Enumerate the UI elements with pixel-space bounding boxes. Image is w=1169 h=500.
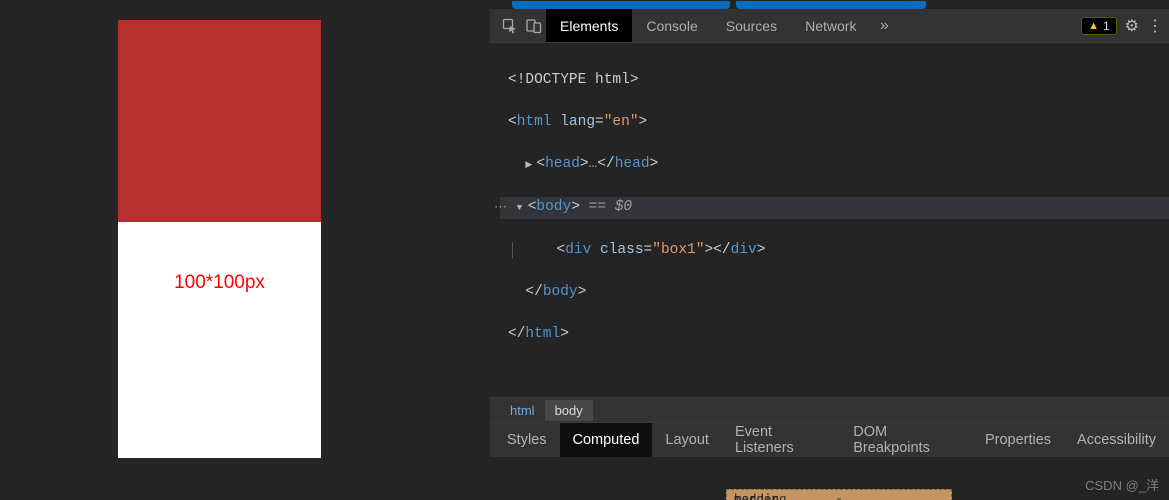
box-model[interactable]: margin - - - border - - - padding - - - … (726, 489, 952, 500)
preview-caption: 100*100px (118, 272, 321, 294)
caret-icon[interactable] (525, 154, 536, 176)
styles-tab-bar: Styles Computed Layout Event Listeners D… (490, 423, 1169, 457)
padding-label: padding (734, 493, 787, 500)
subtab-event-listeners[interactable]: Event Listeners (722, 423, 840, 457)
breadcrumb: html body (490, 397, 1169, 423)
tab-bar: Elements Console Sources Network » ▲ 1 ⚙… (490, 9, 1169, 43)
info-bar-1 (512, 1, 730, 9)
more-tabs-icon[interactable]: » (870, 9, 898, 42)
device-toggle-icon[interactable] (522, 9, 546, 42)
kebab-icon[interactable]: ⋮ (1147, 16, 1163, 36)
rendered-box (118, 20, 321, 222)
subtab-layout[interactable]: Layout (652, 423, 722, 457)
tab-elements[interactable]: Elements (546, 9, 632, 42)
gear-icon[interactable]: ⚙ (1125, 16, 1139, 36)
subtab-properties[interactable]: Properties (972, 423, 1064, 457)
dom-doctype: <!DOCTYPE html> (508, 72, 639, 88)
watermark: CSDN @_洋 (1085, 475, 1159, 494)
devtools-panel: Elements Console Sources Network » ▲ 1 ⚙… (490, 0, 1169, 500)
subtab-computed[interactable]: Computed (560, 423, 653, 457)
info-bar-2 (736, 1, 926, 9)
subtab-dom-breakpoints[interactable]: DOM Breakpoints (840, 423, 972, 457)
dom-selected-row[interactable]: <body> == $0 (500, 197, 1169, 219)
top-strip (490, 0, 1169, 9)
preview-pane: 100*100px (0, 0, 490, 500)
subtab-styles[interactable]: Styles (494, 423, 560, 457)
tab-network[interactable]: Network (791, 9, 870, 42)
inspect-icon[interactable] (498, 9, 522, 42)
warning-count: 1 (1103, 19, 1110, 33)
crumb-body[interactable]: body (545, 400, 593, 421)
caret-down-icon[interactable] (517, 197, 528, 219)
computed-panel: margin - - - border - - - padding - - - … (490, 457, 1169, 500)
device-frame: 100*100px (118, 20, 321, 458)
box-model-margin[interactable]: margin - - - border - - - padding - - - … (726, 489, 952, 500)
crumb-html[interactable]: html (500, 400, 545, 421)
tab-sources[interactable]: Sources (712, 9, 791, 42)
warning-badge[interactable]: ▲ 1 (1081, 17, 1117, 35)
tab-console[interactable]: Console (632, 9, 711, 42)
subtab-accessibility[interactable]: Accessibility (1064, 423, 1169, 457)
warning-icon: ▲ (1088, 20, 1099, 32)
dom-tree[interactable]: <!DOCTYPE html> <html lang="en"> <head>…… (490, 43, 1169, 397)
